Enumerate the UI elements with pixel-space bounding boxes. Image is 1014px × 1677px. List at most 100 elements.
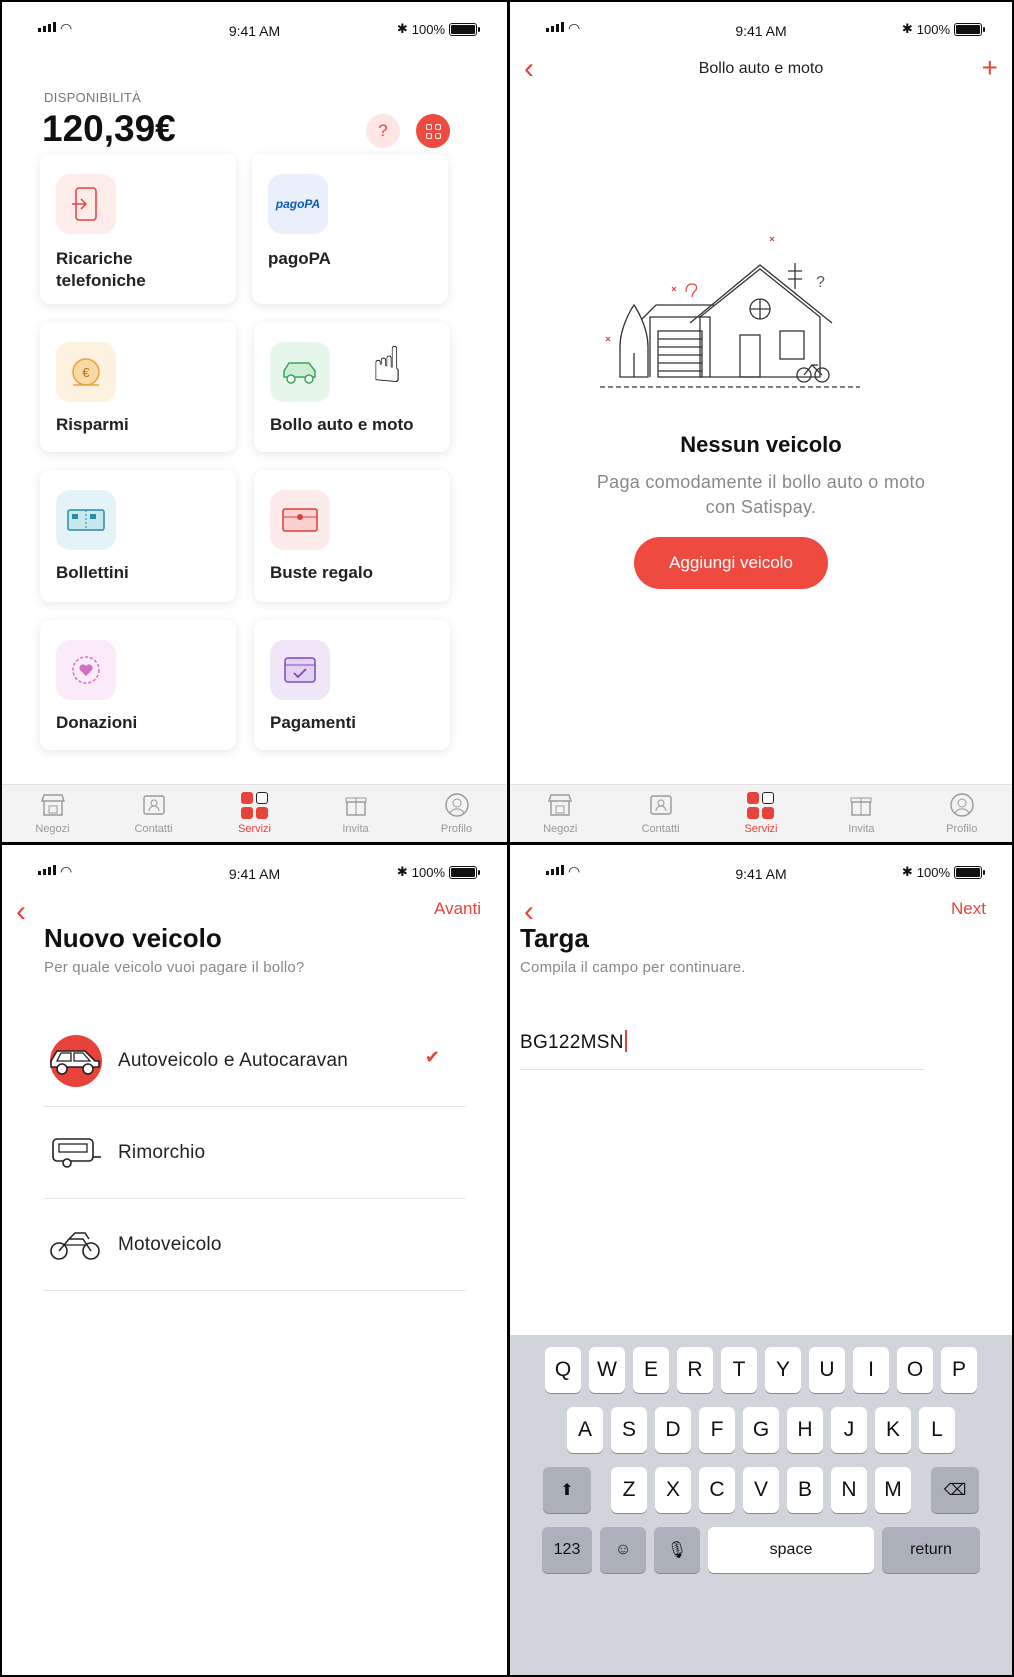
service-card-ricariche[interactable]: Ricariche telefoniche xyxy=(40,154,236,304)
phone-recharge-icon xyxy=(56,174,116,234)
bill-slip-icon xyxy=(56,490,116,550)
service-card-risparmi[interactable]: € Risparmi xyxy=(40,322,236,452)
card-label: pagoPA xyxy=(268,249,331,268)
emoji-key-icon[interactable]: ☺ xyxy=(600,1527,646,1573)
vehicle-option-moto[interactable]: Motoveicolo xyxy=(44,1199,466,1291)
contacts-icon xyxy=(647,791,675,819)
back-chevron-icon[interactable]: ‹ xyxy=(16,897,26,927)
gift-icon xyxy=(847,791,875,819)
battery-indicator: ✱ 100% xyxy=(901,21,985,37)
tab-servizi[interactable]: Servizi xyxy=(721,791,801,835)
plate-entry-screen: ◠ 9:41 AM ✱ 100% ‹ Next Targa Compila il … xyxy=(510,845,1012,1675)
shift-key-icon[interactable]: ⬆ xyxy=(543,1467,591,1513)
tab-servizi[interactable]: Servizi xyxy=(215,791,295,835)
key[interactable]: O xyxy=(897,1347,933,1393)
svg-text:€: € xyxy=(82,365,90,380)
next-button[interactable]: Avanti xyxy=(434,899,481,919)
service-card-buste-regalo[interactable]: Buste regalo xyxy=(254,470,450,602)
service-card-pagamenti[interactable]: Pagamenti xyxy=(254,620,450,750)
key[interactable]: R xyxy=(677,1347,713,1393)
add-plus-icon[interactable]: + xyxy=(982,54,998,82)
qr-grid-button[interactable] xyxy=(416,114,450,148)
nav-bar: ‹ Bollo auto e moto + xyxy=(510,54,1012,90)
key[interactable]: P xyxy=(941,1347,977,1393)
next-button[interactable]: Next xyxy=(951,899,986,919)
key[interactable]: B xyxy=(787,1467,823,1513)
tab-negozi[interactable]: Negozi xyxy=(520,791,600,835)
services-screen: ◠ 9:41 AM ✱ 100% DISPONIBILITÀ 120,39€ ? … xyxy=(2,2,507,842)
tab-contatti[interactable]: Contatti xyxy=(621,791,701,835)
vehicle-option-rimorchio[interactable]: Rimorchio xyxy=(44,1107,466,1199)
tab-invita[interactable]: Invita xyxy=(316,791,396,835)
microphone-key-icon[interactable]: 🎙 xyxy=(654,1527,700,1573)
calendar-payment-icon xyxy=(270,640,330,700)
trailer-icon xyxy=(44,1125,106,1181)
key[interactable]: N xyxy=(831,1467,867,1513)
nav-bar: ‹ Avanti xyxy=(2,845,507,927)
status-bar: ◠ 9:41 AM ✱ 100% xyxy=(2,2,507,58)
help-button[interactable]: ? xyxy=(366,114,400,148)
backspace-key-icon[interactable]: ⌫ xyxy=(931,1467,979,1513)
card-label: Risparmi xyxy=(56,415,129,434)
service-card-bollettini[interactable]: Bollettini xyxy=(40,470,236,602)
card-label: Bollettini xyxy=(56,563,129,582)
heart-donation-icon xyxy=(56,640,116,700)
tab-profilo[interactable]: Profilo xyxy=(417,791,497,835)
numbers-key[interactable]: 123 xyxy=(542,1527,592,1573)
key[interactable]: Y xyxy=(765,1347,801,1393)
tab-contatti[interactable]: Contatti xyxy=(114,791,194,835)
tab-invita[interactable]: Invita xyxy=(821,791,901,835)
service-card-donazioni[interactable]: Donazioni xyxy=(40,620,236,750)
key[interactable]: X xyxy=(655,1467,691,1513)
vehicle-option-auto[interactable]: Autoveicolo e Autocaravan ✔ xyxy=(44,1015,466,1107)
return-key[interactable]: return xyxy=(882,1527,980,1573)
card-label: Donazioni xyxy=(56,713,138,732)
key[interactable]: D xyxy=(655,1407,691,1453)
key[interactable]: Z xyxy=(611,1467,647,1513)
empty-state-description: Paga comodamente il bollo auto o moto con… xyxy=(596,472,926,517)
services-icon xyxy=(241,791,269,819)
key[interactable]: A xyxy=(567,1407,603,1453)
key[interactable]: S xyxy=(611,1407,647,1453)
tab-negozi[interactable]: Negozi xyxy=(13,791,93,835)
keyboard-row-4: 123 ☺ 🎙 space return xyxy=(510,1527,1012,1573)
page-title: Bollo auto e moto xyxy=(698,60,824,77)
gift-envelope-icon xyxy=(270,490,330,550)
service-card-pagopa[interactable]: pagoPA pagoPA xyxy=(252,154,448,304)
service-card-bollo[interactable]: Bollo auto e moto xyxy=(254,322,450,452)
vehicle-label: Autoveicolo e Autocaravan xyxy=(118,1049,348,1071)
profile-icon xyxy=(948,791,976,819)
key[interactable]: J xyxy=(831,1407,867,1453)
card-label: Pagamenti xyxy=(270,713,356,732)
key[interactable]: C xyxy=(699,1467,735,1513)
house-illustration: ? xyxy=(600,236,860,388)
tab-bar: Negozi Contatti Servizi Invita Profilo xyxy=(510,784,1012,842)
key[interactable]: G xyxy=(743,1407,779,1453)
key[interactable]: K xyxy=(875,1407,911,1453)
battery-icon xyxy=(449,22,480,36)
plate-input[interactable]: BG122MSN xyxy=(520,1030,924,1070)
car-icon xyxy=(44,1033,106,1089)
key[interactable]: F xyxy=(699,1407,735,1453)
key[interactable]: H xyxy=(787,1407,823,1453)
car-icon xyxy=(270,342,330,402)
key[interactable]: L xyxy=(919,1407,955,1453)
key[interactable]: M xyxy=(875,1467,911,1513)
status-bar: ◠ 9:41 AM ✱ 100% xyxy=(510,2,1012,58)
key[interactable]: V xyxy=(743,1467,779,1513)
key[interactable]: W xyxy=(589,1347,625,1393)
savings-coin-icon: € xyxy=(56,342,116,402)
add-vehicle-button[interactable]: Aggiungi veicolo xyxy=(634,537,828,589)
key[interactable]: T xyxy=(721,1347,757,1393)
key[interactable]: U xyxy=(809,1347,845,1393)
space-key[interactable]: space xyxy=(708,1527,874,1573)
new-vehicle-screen: ◠ 9:41 AM ✱ 100% ‹ Avanti Nuovo veicolo P… xyxy=(2,845,507,1675)
tab-profilo[interactable]: Profilo xyxy=(922,791,1002,835)
key[interactable]: Q xyxy=(545,1347,581,1393)
keyboard-row-2: A S D F G H J K L xyxy=(510,1407,1012,1453)
gift-icon xyxy=(342,791,370,819)
key[interactable]: E xyxy=(633,1347,669,1393)
page-subtitle: Compila il campo per continuare. xyxy=(520,959,746,976)
key[interactable]: I xyxy=(853,1347,889,1393)
bluetooth-icon: ✱ xyxy=(901,21,913,36)
